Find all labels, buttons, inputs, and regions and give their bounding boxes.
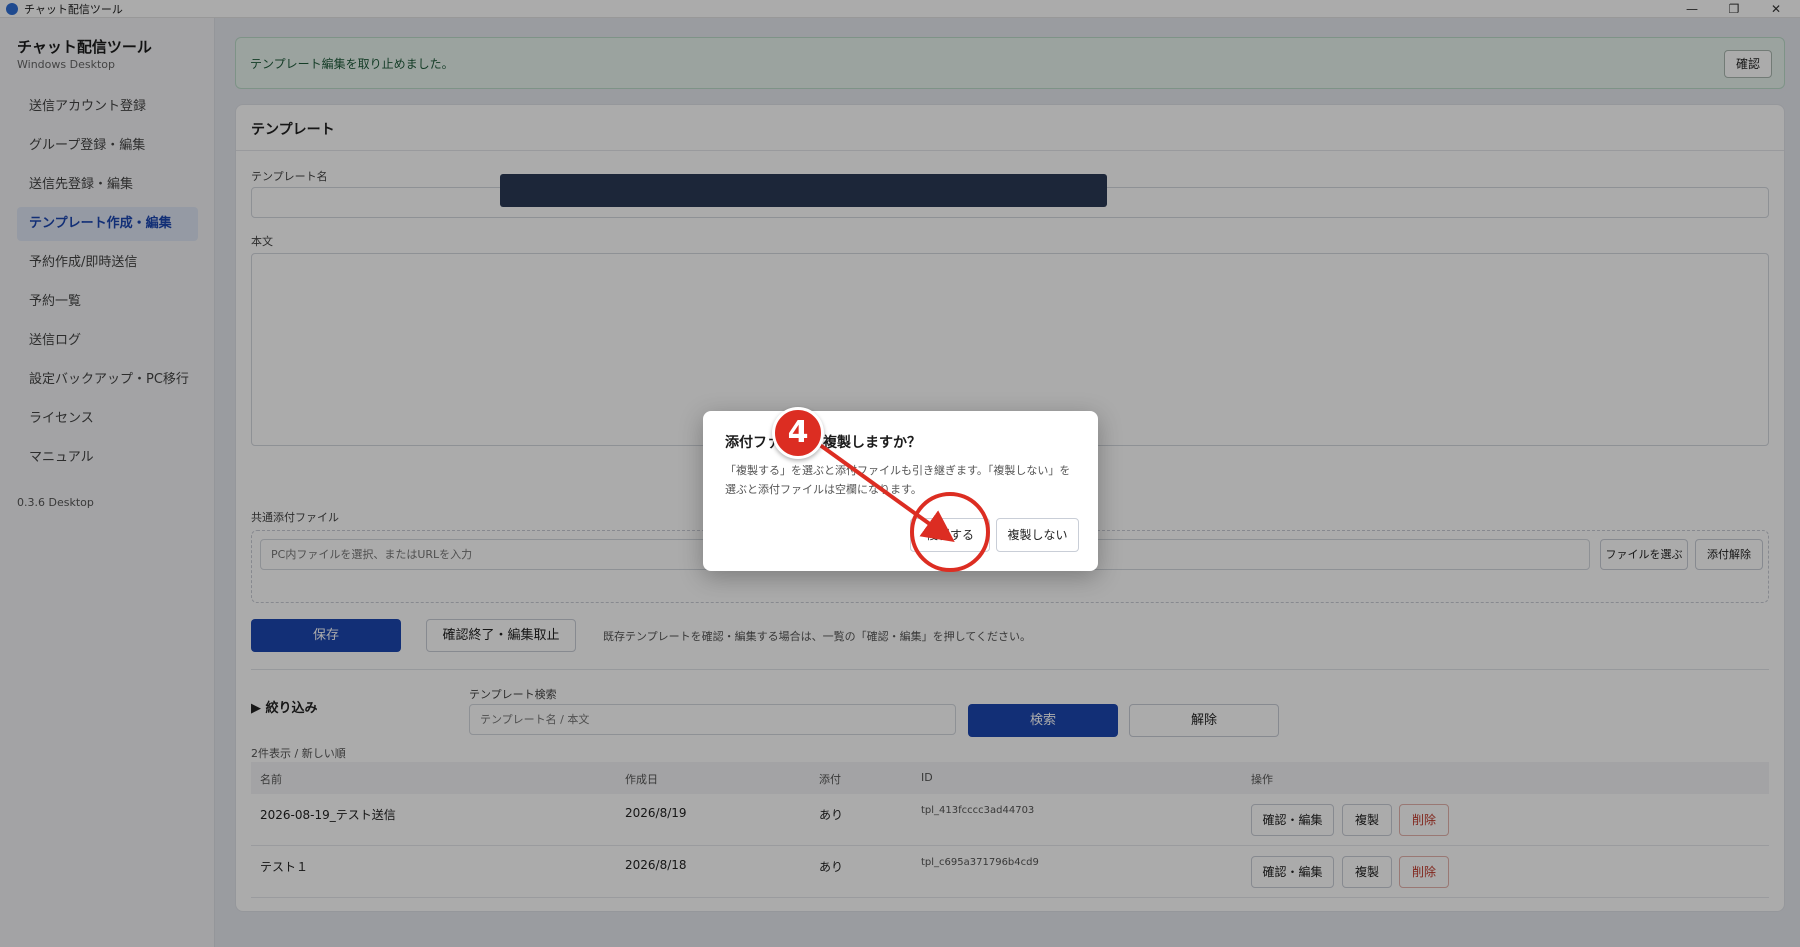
dialog-copy-button[interactable]: 複製する bbox=[910, 518, 990, 552]
copy-attachment-dialog: 添付ファイルも複製しますか？ 「複製する」を選ぶと添付ファイルも引き継ぎます。「… bbox=[703, 411, 1098, 571]
dialog-message: 「複製する」を選ぶと添付ファイルも引き継ぎます。「複製しない」を選ぶと添付ファイ… bbox=[725, 464, 1071, 496]
step-badge: 4 bbox=[772, 407, 824, 459]
dialog-no-copy-button[interactable]: 複製しない bbox=[996, 518, 1079, 552]
